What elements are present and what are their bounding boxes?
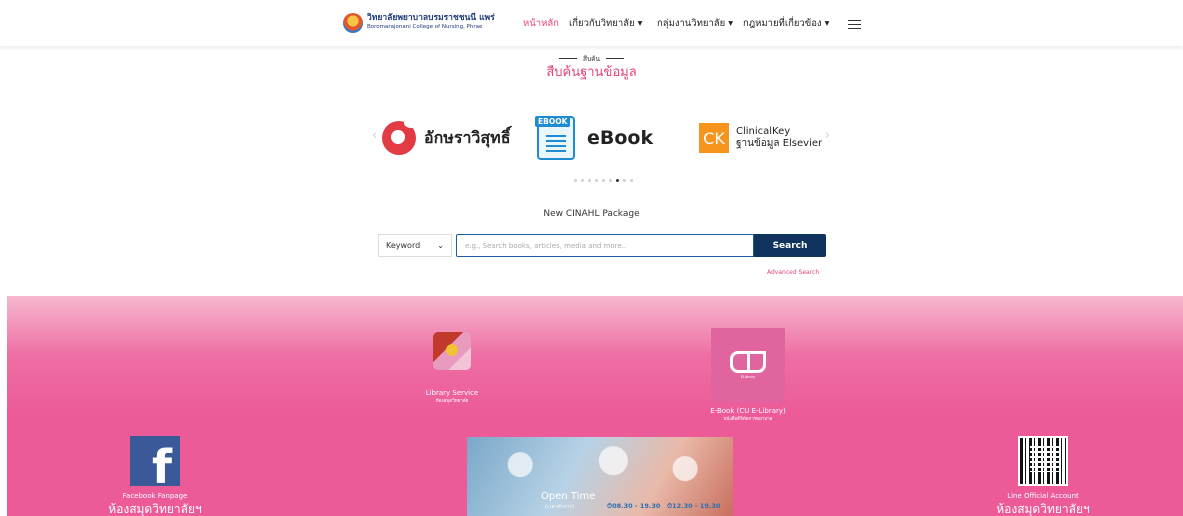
carousel-dot[interactable] <box>609 179 612 182</box>
advanced-search-link[interactable]: Advanced Search <box>767 269 819 276</box>
nav-related-laws[interactable]: กฎหมายที่เกี่ยวข้อง ▾ <box>743 16 829 31</box>
akson-logo-icon <box>382 118 418 155</box>
cu-elibrary-link[interactable]: ELibrary E-Book (CU E-Library) หนังสือดิ… <box>688 328 808 422</box>
carousel-dots <box>574 179 633 182</box>
akson-label: อักษราวิสุทธิ์ <box>424 127 511 147</box>
ebook-database-link[interactable]: EBOOK eBook <box>535 108 654 168</box>
nav-college-departments[interactable]: กลุ่มงานวิทยาลัย ▾ <box>657 16 733 31</box>
open-time-title: Open Time <box>541 491 596 502</box>
carousel-dot[interactable] <box>595 179 598 182</box>
ebook-label: eBook <box>587 127 654 149</box>
facebook-fanpage-link[interactable]: f Facebook Fanpage ห้องสมุดวิทยาลัยฯ <box>95 436 215 516</box>
carousel-next-icon[interactable]: › <box>825 128 830 143</box>
search-field-select[interactable]: Keyword ⌄ <box>378 234 452 257</box>
facebook-icon: f <box>130 436 180 490</box>
clinicalkey-logo-icon: CK <box>699 123 729 153</box>
cu-elibrary-sublabel: หนังสือดิจิทัลการพยาบาล <box>723 417 773 422</box>
facebook-sublabel: ห้องสมุดวิทยาลัยฯ <box>108 502 202 516</box>
nav-about-college[interactable]: เกี่ยวกับวิทยาลัย ▾ <box>569 16 642 31</box>
search-form: Keyword ⌄ e.g., Search books, articles, … <box>378 234 826 257</box>
clinicalkey-database-link[interactable]: CK ClinicalKey ฐานข้อมูล Elsevier <box>699 108 822 168</box>
clinicalkey-subtitle: ฐานข้อมูล Elsevier <box>736 138 823 149</box>
library-logo-icon <box>433 332 471 370</box>
database-carousel: ‹ อักษราวิสุทธิ์ EBOOK eBook CK Clinical… <box>370 108 830 168</box>
nav-home[interactable]: หน้าหลัก <box>523 16 559 31</box>
library-service-sublabel: ห้องสมุดวิทยาลัย <box>435 399 469 404</box>
main-nav: หน้าหลัก เกี่ยวกับวิทยาลัย ▾ กลุ่มงานวิท… <box>0 16 1183 32</box>
cu-elibrary-logo-icon <box>730 351 766 373</box>
weekend-hours: ⏱12.30 - 19.30 <box>667 502 721 510</box>
open-time-subtitle: (เวลาทำการ) <box>545 504 574 510</box>
line-label: Line Official Account <box>1007 492 1079 500</box>
carousel-dot[interactable] <box>588 179 591 182</box>
site-header: วิทยาลัยพยาบาลบรมราชชนนี แพร่ Boromarajo… <box>0 0 1183 46</box>
carousel-dot[interactable] <box>581 179 584 182</box>
library-service-link[interactable]: Library Service ห้องสมุดวิทยาลัย <box>415 332 489 404</box>
ebook-tag: EBOOK <box>535 116 571 127</box>
akson-database-link[interactable]: อักษราวิสุทธิ์ <box>382 108 510 168</box>
line-qr-code <box>1018 436 1068 486</box>
library-service-label: Library Service <box>425 389 479 397</box>
hamburger-menu-icon[interactable] <box>848 20 861 29</box>
carousel-prev-icon[interactable]: ‹ <box>372 128 377 143</box>
ebook-icon: EBOOK <box>535 116 575 160</box>
opening-hours-banner[interactable]: Open Time (เวลาทำการ) ⏱08.30 - 19.30 ⏱12… <box>467 437 733 516</box>
search-field-value: Keyword <box>386 241 421 250</box>
line-sublabel: ห้องสมุดวิทยาลัยฯ <box>996 502 1090 516</box>
chevron-down-icon: ⌄ <box>437 241 444 250</box>
cu-elibrary-label: E-Book (CU E-Library) <box>710 407 786 415</box>
cu-elibrary-tile-label: ELibrary <box>740 375 756 379</box>
search-input[interactable]: e.g., Search books, articles, media and … <box>456 234 754 257</box>
services-footer: Library Service ห้องสมุดวิทยาลัย ELibrar… <box>7 296 1183 516</box>
carousel-dot[interactable] <box>630 179 633 182</box>
clinicalkey-title: ClinicalKey <box>736 126 791 137</box>
search-button[interactable]: Search <box>754 234 826 257</box>
weekday-hours: ⏱08.30 - 19.30 <box>607 502 661 510</box>
cu-elibrary-tile: ELibrary <box>711 328 785 402</box>
search-package-title: New CINAHL Package <box>543 209 640 219</box>
carousel-dot[interactable] <box>616 179 619 182</box>
carousel-dot[interactable] <box>574 179 577 182</box>
carousel-dot[interactable] <box>602 179 605 182</box>
line-official-link[interactable]: Line Official Account ห้องสมุดวิทยาลัยฯ <box>983 436 1103 516</box>
section-title: สืบค้นฐานข้อมูล <box>546 65 637 80</box>
carousel-dot[interactable] <box>623 179 626 182</box>
